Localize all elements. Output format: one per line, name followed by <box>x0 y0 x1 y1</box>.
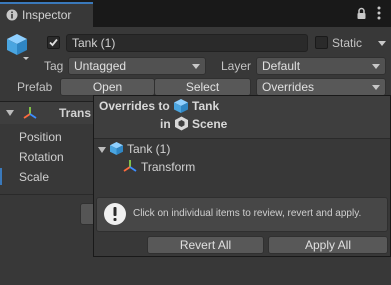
tab-title: Inspector <box>22 8 72 22</box>
unity-scene-icon <box>175 116 188 131</box>
object-name-text: Tank (1) <box>72 36 116 50</box>
active-checkbox[interactable] <box>47 36 60 49</box>
layer-dropdown[interactable]: Default <box>256 57 386 75</box>
revert-all-label: Revert All <box>179 238 232 252</box>
scale-label[interactable]: Scale <box>19 170 49 184</box>
tag-label: Tag <box>44 59 64 73</box>
transform-icon <box>123 160 137 172</box>
prefab-select-button[interactable]: Select <box>154 78 251 96</box>
object-name-field[interactable]: Tank (1) <box>66 34 308 52</box>
overrides-prefab-name: Tank <box>192 99 220 113</box>
tree-child-label[interactable]: Transform <box>141 160 195 174</box>
override-indicator-bar <box>0 168 2 185</box>
chevron-down-icon <box>192 64 200 69</box>
static-label: Static <box>332 36 363 50</box>
lock-icon[interactable] <box>356 7 367 20</box>
prefab-overrides-dropdown[interactable]: Overrides <box>256 78 386 96</box>
overrides-title-prefix: Overrides to <box>99 99 170 113</box>
prefab-overrides-label: Overrides <box>262 80 315 94</box>
prefab-select-label: Select <box>185 80 220 94</box>
transform-title: Trans <box>59 106 92 120</box>
rotation-label[interactable]: Rotation <box>19 150 64 164</box>
apply-all-label: Apply All <box>304 238 352 252</box>
prefab-cube-icon <box>110 142 123 155</box>
layer-label: Layer <box>221 59 252 73</box>
tree-root-label[interactable]: Tank (1) <box>127 142 170 156</box>
info-icon <box>6 9 18 21</box>
foldout-arrow-icon[interactable] <box>6 110 14 116</box>
prefab-open-button[interactable]: Open <box>60 78 155 96</box>
info-box: Click on individual items to review, rev… <box>96 197 388 232</box>
prefab-label: Prefab <box>17 80 53 94</box>
prefab-cube-icon[interactable] <box>5 32 33 62</box>
overrides-scene-label: Scene <box>192 117 228 131</box>
prefab-cube-icon <box>174 99 188 113</box>
static-dropdown-chevron-icon[interactable] <box>378 41 386 46</box>
static-checkbox[interactable] <box>315 36 328 49</box>
tag-value: Untagged <box>74 59 127 73</box>
info-text: Click on individual items to review, rev… <box>133 208 362 219</box>
chevron-down-icon <box>372 64 380 69</box>
kebab-menu-icon[interactable] <box>377 6 381 20</box>
apply-all-button[interactable]: Apply All <box>268 236 388 254</box>
chevron-down-icon <box>372 85 380 90</box>
prefab-open-label: Open <box>92 80 123 94</box>
transform-icon <box>23 107 37 119</box>
overrides-in-label: in <box>160 117 171 131</box>
tab-inspector[interactable]: Inspector <box>0 2 93 27</box>
layer-value: Default <box>262 59 301 73</box>
position-label[interactable]: Position <box>19 130 62 144</box>
tree-foldout-arrow-icon[interactable] <box>98 147 106 153</box>
info-icon <box>104 203 126 225</box>
revert-all-button[interactable]: Revert All <box>147 236 264 254</box>
tag-dropdown[interactable]: Untagged <box>68 57 206 75</box>
checkmark-icon <box>49 38 58 47</box>
